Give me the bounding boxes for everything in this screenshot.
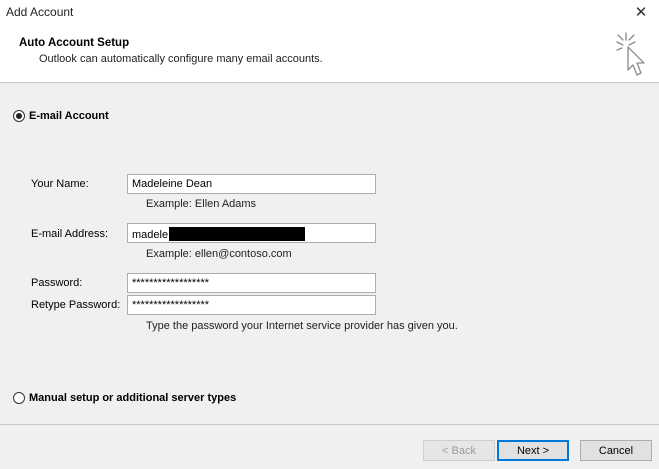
retype-password-value: ****************** — [132, 299, 210, 311]
password-label: Password: — [31, 277, 83, 289]
email-address-value: madele — [132, 229, 169, 241]
redaction-bar — [169, 227, 306, 241]
your-name-input[interactable]: Madeleine Dean — [127, 174, 376, 194]
your-name-value: Madeleine Dean — [132, 178, 213, 190]
header-title: Auto Account Setup — [19, 37, 130, 49]
footer-divider — [0, 424, 659, 425]
window-title: Add Account — [6, 5, 74, 19]
email-example: Example: ellen@contoso.com — [146, 248, 292, 260]
close-button[interactable]: ✕ — [627, 0, 655, 24]
manual-setup-option[interactable]: Manual setup or additional server types — [13, 392, 236, 404]
email-account-label: E-mail Account — [29, 110, 109, 122]
cancel-button[interactable]: Cancel — [580, 440, 652, 461]
your-name-label: Your Name: — [31, 178, 89, 190]
password-input[interactable]: ****************** — [127, 273, 376, 293]
password-hint: Type the password your Internet service … — [146, 320, 458, 332]
password-value: ****************** — [132, 277, 210, 289]
retype-password-input[interactable]: ****************** — [127, 295, 376, 315]
email-account-radio[interactable] — [13, 110, 25, 122]
close-icon: ✕ — [634, 4, 648, 21]
email-account-option[interactable]: E-mail Account — [13, 110, 109, 122]
next-button[interactable]: Next > — [497, 440, 569, 461]
name-example: Example: Ellen Adams — [146, 198, 257, 210]
email-address-input[interactable]: madele — [127, 223, 376, 243]
manual-setup-label: Manual setup or additional server types — [29, 392, 237, 404]
dialog-header: Auto Account Setup Outlook can automatic… — [0, 25, 659, 83]
back-button[interactable]: < Back — [423, 440, 495, 461]
retype-password-label: Retype Password: — [31, 299, 121, 311]
email-address-label: E-mail Address: — [31, 228, 109, 240]
cursor-sparkle-icon — [616, 32, 645, 76]
manual-setup-radio[interactable] — [13, 392, 25, 404]
title-bar: Add Account ✕ — [0, 0, 659, 25]
header-subtitle: Outlook can automatically configure many… — [39, 53, 323, 65]
